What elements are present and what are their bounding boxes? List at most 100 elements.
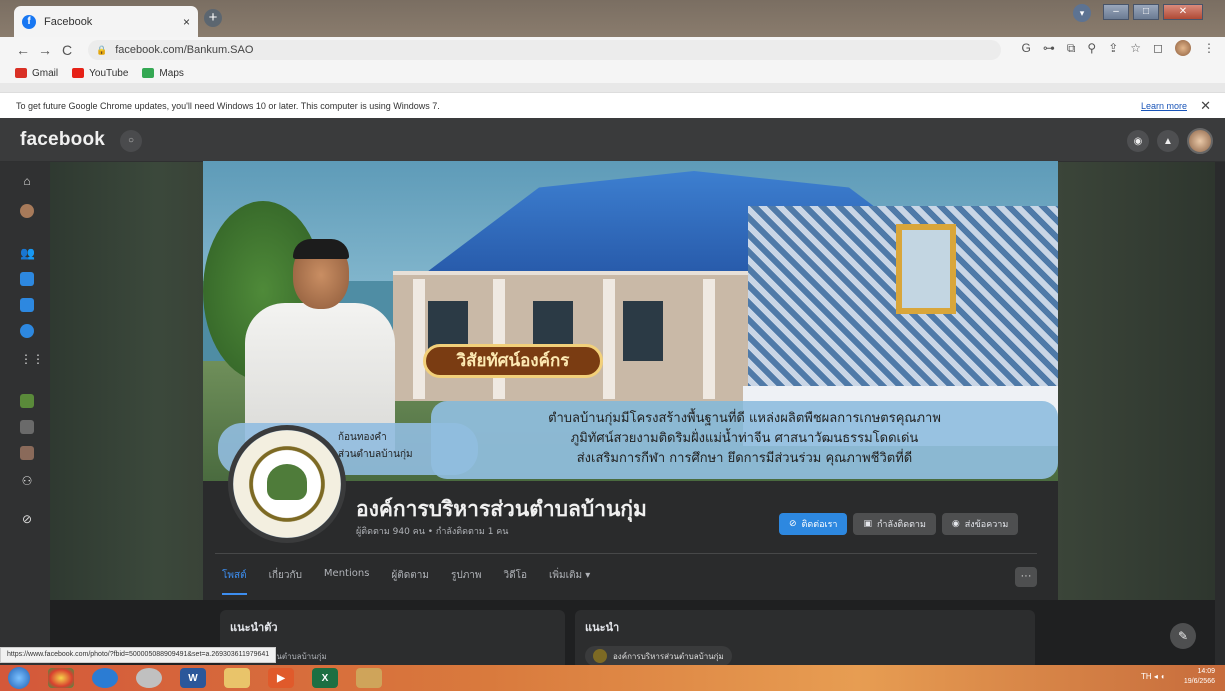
word-taskbar-icon[interactable]: W: [180, 668, 206, 688]
profile-shortcut-icon[interactable]: [20, 204, 34, 218]
maximize-button[interactable]: □: [1133, 4, 1159, 20]
reader-icon[interactable]: ⧉: [1067, 41, 1076, 56]
group-shortcut-icon[interactable]: [20, 394, 34, 408]
bookmark-gmail[interactable]: Gmail: [15, 68, 58, 79]
menu-grid-icon[interactable]: ⋮⋮: [20, 352, 44, 366]
page-actions: ⊘ ติดต่อเรา ▣ กำลังติดตาม ◉ ส่งข้อความ: [779, 513, 1019, 535]
facebook-favicon-icon: f: [22, 14, 36, 29]
link-icon: ⊘: [789, 519, 797, 529]
tab-about[interactable]: เกี่ยวกับ: [269, 568, 302, 595]
window-controls: ▾ – □ ✕: [1073, 4, 1203, 22]
account-avatar[interactable]: [1187, 128, 1213, 154]
close-window-button[interactable]: ✕: [1163, 4, 1203, 20]
start-button[interactable]: [8, 667, 30, 689]
zoom-icon[interactable]: ⚲: [1087, 41, 1096, 55]
menu-dots-icon[interactable]: ⋮: [1203, 41, 1215, 55]
bookmark-youtube[interactable]: YouTube: [72, 68, 128, 79]
friends-icon[interactable]: 👥: [20, 246, 35, 260]
messenger-icon: ◉: [951, 519, 960, 529]
google-translate-icon[interactable]: G: [1021, 41, 1030, 55]
following-check-icon: ▣: [863, 519, 872, 529]
search-icon[interactable]: ○: [120, 130, 142, 152]
new-tab-button[interactable]: +: [204, 9, 222, 27]
lock-icon: 🔒: [96, 44, 108, 55]
cover-blur-left: [50, 162, 203, 602]
app-taskbar-icon[interactable]: [136, 668, 162, 688]
excel-taskbar-icon[interactable]: X: [312, 668, 338, 688]
tab-mentions[interactable]: Mentions: [324, 568, 369, 595]
intro-title: แนะนำตัว: [230, 621, 278, 634]
bookmarks-bar: Gmail YouTube Maps: [0, 63, 1225, 83]
page-title: องค์การบริหารส่วนตำบลบ้านกุ่ม: [356, 497, 647, 521]
explorer-taskbar-icon[interactable]: [224, 668, 250, 688]
side-panel-icon[interactable]: ◻: [1153, 41, 1163, 55]
browser-tab-facebook[interactable]: f Facebook ×: [14, 6, 198, 37]
app-taskbar-icon[interactable]: [356, 668, 382, 688]
marketplace-icon[interactable]: [20, 298, 34, 312]
link-icon[interactable]: ⊘: [20, 512, 34, 526]
back-icon[interactable]: ←: [12, 42, 34, 58]
facebook-logo[interactable]: facebook: [20, 129, 105, 151]
system-tray[interactable]: TH ◂ ◖: [1141, 672, 1165, 681]
tab-videos[interactable]: วิดีโอ: [504, 568, 528, 595]
header-actions: ◉ ▲: [1127, 128, 1213, 154]
ie-taskbar-icon[interactable]: [92, 668, 118, 688]
infobar-close-icon[interactable]: ✕: [1200, 98, 1211, 114]
cover-vision-text: ตำบลบ้านกุ่มมีโครงสร้างพื้นฐานที่ดี แหล่…: [431, 401, 1058, 479]
message-button[interactable]: ◉ ส่งข้อความ: [941, 513, 1019, 535]
home-icon[interactable]: ⌂: [20, 174, 34, 188]
status-bar-url: https://www.facebook.com/photo/?fbid=500…: [0, 647, 277, 663]
infobar-message: To get future Google Chrome updates, you…: [16, 100, 440, 111]
address-bar[interactable]: 🔒 facebook.com/Bankum.SAO: [88, 40, 1001, 60]
tab-photos[interactable]: รูปภาพ: [451, 568, 482, 595]
tab-close-icon[interactable]: ×: [183, 15, 190, 29]
recommend-card: แนะนำ องค์การบริหารส่วนตำบลบ้านกุ่ม: [575, 610, 1035, 670]
left-shortcut-rail: ⌂ 👥 ⋮⋮ ⚇ ⊘: [0, 162, 50, 665]
tab-search-icon[interactable]: ▾: [1073, 4, 1091, 22]
update-infobar: To get future Google Chrome updates, you…: [0, 92, 1225, 118]
media-player-taskbar-icon[interactable]: ▶: [268, 668, 294, 688]
share-icon[interactable]: ⇪: [1108, 41, 1118, 55]
profile-picture[interactable]: [228, 425, 346, 543]
group-shortcut-icon[interactable]: [20, 420, 34, 434]
facebook-header: facebook ○ ◉ ▲: [0, 118, 1225, 162]
group-shortcut-icon[interactable]: [20, 446, 34, 460]
tab-posts[interactable]: โพสต์: [222, 568, 247, 595]
facebook-page: facebook ○ ◉ ▲ ⌂ 👥 ⋮⋮ ⚇ ⊘ ก้อนทองคำ ส่วน…: [0, 118, 1225, 670]
messenger-icon[interactable]: ◉: [1127, 130, 1149, 152]
bookmark-star-icon[interactable]: ☆: [1130, 41, 1141, 55]
new-message-icon[interactable]: ✎: [1170, 623, 1196, 649]
cover-portrait: [245, 239, 395, 453]
profile-avatar[interactable]: [1175, 40, 1191, 56]
screen: f Facebook × + ▾ – □ ✕ ← → C 🔒 facebook.…: [0, 0, 1225, 691]
reload-icon[interactable]: C: [56, 42, 78, 58]
cover-photo[interactable]: ก้อนทองคำ ส่วนตำบลบ้านกุ่ม วิสัยทัศน์องค…: [203, 161, 1058, 481]
toolbar-extension-icons: G ⊶ ⧉ ⚲ ⇪ ☆ ◻ ⋮: [1021, 40, 1215, 56]
browser-toolbar: ← → C 🔒 facebook.com/Bankum.SAO G ⊶ ⧉ ⚲ …: [0, 37, 1225, 63]
youtube-icon: [72, 68, 85, 78]
password-key-icon[interactable]: ⊶: [1043, 41, 1055, 55]
people-icon[interactable]: ⚇: [20, 474, 34, 488]
organization-seal-icon: [593, 649, 607, 663]
cover-altar: [748, 206, 1058, 391]
following-button[interactable]: ▣ กำลังติดตาม: [853, 513, 936, 535]
recommend-item[interactable]: องค์การบริหารส่วนตำบลบ้านกุ่ม: [585, 646, 732, 666]
contact-button[interactable]: ⊘ ติดต่อเรา: [779, 513, 848, 535]
bookmark-maps[interactable]: Maps: [142, 68, 184, 79]
forward-icon[interactable]: →: [34, 42, 56, 58]
tab-title: Facebook: [44, 15, 93, 28]
follower-count[interactable]: ผู้ติดตาม 940 คน • กำลังติดตาม 1 คน: [356, 524, 508, 538]
tab-more[interactable]: เพิ่มเติม ▾: [549, 568, 590, 595]
clock[interactable]: 14:09 19/6/2566: [1184, 667, 1215, 687]
chrome-taskbar-icon[interactable]: [48, 668, 74, 688]
recommend-title: แนะนำ: [585, 621, 620, 634]
minimize-button[interactable]: –: [1103, 4, 1129, 20]
organization-seal-icon: [233, 430, 341, 538]
tab-followers[interactable]: ผู้ติดตาม: [391, 568, 429, 595]
more-options-button[interactable]: ···: [1015, 567, 1037, 587]
profile-divider: [215, 553, 1037, 554]
learn-more-link[interactable]: Learn more: [1141, 101, 1187, 111]
watch-icon[interactable]: [20, 272, 34, 286]
notifications-bell-icon[interactable]: ▲: [1157, 130, 1179, 152]
gaming-icon[interactable]: [20, 324, 34, 338]
